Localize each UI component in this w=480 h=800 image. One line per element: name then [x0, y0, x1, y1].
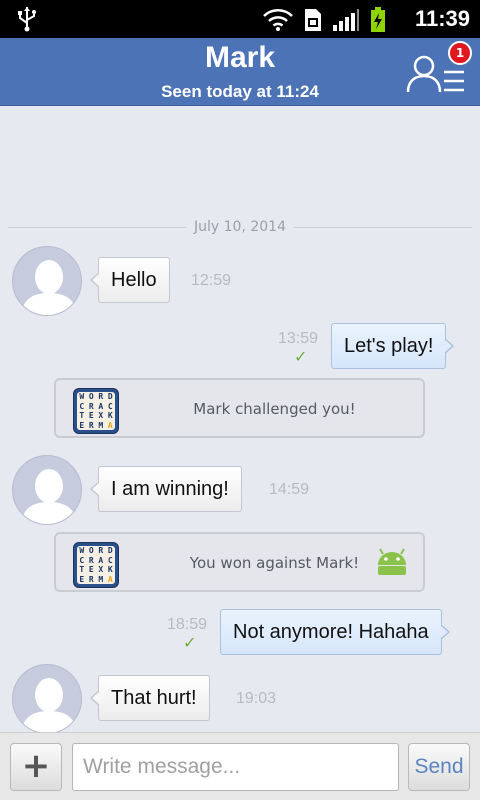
delivered-check-icon: ✓: [183, 633, 197, 652]
date-separator: July 10, 2014: [8, 218, 472, 238]
delivered-check-icon: ✓: [294, 347, 308, 366]
send-button[interactable]: Send: [408, 743, 470, 791]
message-timestamp: 14:59: [269, 481, 310, 498]
message-input[interactable]: [72, 743, 399, 791]
message-timestamp: 19:03: [236, 690, 277, 707]
status-bar: 11:39: [0, 0, 480, 38]
contact-avatar[interactable]: [12, 664, 82, 734]
incoming-message-bubble[interactable]: I am winning!: [90, 466, 242, 512]
message-timestamp: 13:59: [278, 330, 319, 347]
contact-avatar[interactable]: [12, 455, 82, 525]
sim-card-icon: [305, 9, 321, 31]
default-avatar-icon: [21, 260, 77, 315]
chat-header: Mark Seen today at 11:24 1: [0, 38, 480, 106]
signal-strength-icon: [333, 9, 359, 31]
clock: 11:39: [414, 6, 470, 31]
wordcrack-game-icon: WORD CRAC TEXK ERMA: [73, 542, 119, 588]
message-timestamp: 18:59: [167, 616, 208, 633]
usb-icon: [18, 7, 36, 32]
incoming-message-bubble[interactable]: Hello: [90, 257, 170, 303]
message-timestamp: 12:59: [191, 272, 232, 289]
outgoing-message-bubble[interactable]: Not anymore! Hahaha: [220, 609, 450, 655]
outgoing-message-bubble[interactable]: Let's play!: [331, 323, 455, 369]
game-event-card[interactable]: WORD CRAC TEXK ERMA Mark challenged you!: [54, 378, 425, 438]
game-event-text: Mark challenged you!: [193, 400, 356, 418]
default-avatar-icon: [21, 469, 77, 524]
wordcrack-game-icon: WORD CRAC TEXK ERMA: [73, 388, 119, 434]
notification-badge: 1: [448, 41, 472, 65]
attach-button[interactable]: +: [10, 743, 62, 791]
contact-avatar[interactable]: [12, 246, 82, 316]
battery-charging-icon: [371, 7, 385, 32]
wifi-icon: [263, 9, 293, 31]
status-icons: [262, 7, 386, 33]
game-event-card[interactable]: WORD CRAC TEXK ERMA You won against Mark…: [54, 532, 425, 592]
date-label: July 10, 2014: [186, 219, 294, 235]
incoming-message-bubble[interactable]: That hurt!: [90, 675, 210, 721]
message-composer: + Send: [0, 732, 480, 800]
default-avatar-icon: [21, 678, 77, 733]
android-icon: [378, 548, 406, 575]
